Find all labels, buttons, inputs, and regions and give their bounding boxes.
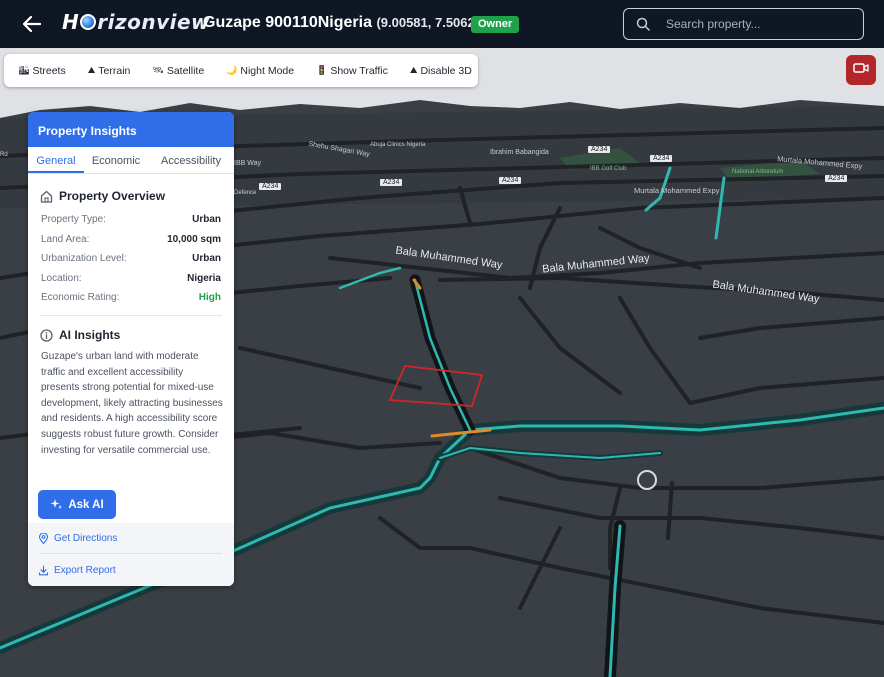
logo-text-right: rizonview <box>97 10 211 34</box>
app-logo[interactable]: H rizonview <box>62 10 210 34</box>
overview-row: Economic Rating: High <box>41 288 221 308</box>
terrain-button[interactable]: ⛰ Terrain <box>88 65 131 77</box>
map-pin-icon <box>38 532 49 545</box>
map-style-bar: 🏙 Streets ⛰ Terrain 🛰 Satellite 🌙 Night Mode… <box>4 54 478 87</box>
row-value: High <box>198 292 221 304</box>
divider <box>40 553 222 554</box>
search-input[interactable] <box>666 17 856 31</box>
satellite-button[interactable]: 🛰 Satellite <box>152 65 204 77</box>
property-insights-panel: Property Insights General Economic Acces… <box>28 112 234 586</box>
row-value: Nigeria <box>187 272 221 284</box>
section-title: AI Insights <box>59 328 121 342</box>
download-icon <box>38 565 49 576</box>
overview-row: Property Type: Urban <box>41 210 221 230</box>
road-label: Ibrahim Babangida <box>490 149 549 156</box>
overview-row: Location: Nigeria <box>41 269 221 289</box>
row-label: Location: <box>41 272 82 284</box>
get-directions-link[interactable]: Get Directions <box>38 532 118 545</box>
property-overview-heading: Property Overview <box>40 189 165 203</box>
show-traffic-button[interactable]: 🚦 Show Traffic <box>316 65 388 77</box>
logo-text-left: H <box>62 10 80 34</box>
road-shield: A234 <box>380 179 403 186</box>
tab-accessibility[interactable]: Accessibility <box>148 147 234 173</box>
mountain-icon: ⛰ <box>87 65 96 75</box>
location-marker[interactable] <box>637 470 657 490</box>
style-label: Show Traffic <box>330 64 388 77</box>
road-label: Murtala Mohammed Expy <box>634 186 720 195</box>
back-arrow-icon[interactable] <box>20 12 44 36</box>
disable-3d-button[interactable]: ⛰ Disable 3D <box>410 65 472 77</box>
satellite-icon: 🛰 <box>152 65 164 75</box>
info-icon <box>40 328 53 342</box>
style-label: Terrain <box>98 64 131 77</box>
ai-insights-heading: AI Insights <box>40 328 120 342</box>
road-label: Rd <box>0 152 8 158</box>
road-shield: A234 <box>588 146 611 153</box>
search-icon <box>636 17 650 31</box>
link-label: Export Report <box>54 565 116 576</box>
property-coords: (9.00581, 7.5062) <box>376 15 480 30</box>
traffic-light-icon: 🚦 <box>316 65 328 75</box>
row-label: Land Area: <box>41 233 90 245</box>
overview-list: Property Type: Urban Land Area: 10,000 sqm… <box>41 210 221 308</box>
overview-row: Land Area: 10,000 sqm <box>41 230 221 250</box>
ask-ai-button[interactable]: Ask AI <box>38 490 116 519</box>
moon-icon: 🌙 <box>226 65 238 75</box>
panel-tabs: General Economic Accessibility <box>28 147 234 174</box>
section-title: Property Overview <box>59 189 166 203</box>
road-shield: A234 <box>259 183 282 190</box>
link-label: Get Directions <box>54 533 118 544</box>
streets-button[interactable]: 🏙 Streets <box>18 65 66 77</box>
place-label: Abuja Clinics Nigeria <box>370 142 426 148</box>
panel-title: Property Insights <box>28 112 234 147</box>
place-label: National Arboretum <box>732 169 784 175</box>
export-report-link[interactable]: Export Report <box>38 565 116 576</box>
row-label: Urbanization Level: <box>41 253 127 265</box>
search-box[interactable] <box>623 8 864 40</box>
row-value: Urban <box>192 253 221 265</box>
road-shield: A234 <box>825 175 848 182</box>
style-label: Disable 3D <box>420 64 472 77</box>
globe-icon <box>80 14 97 30</box>
road-shield: A234 <box>499 177 522 184</box>
row-label: Economic Rating: <box>41 292 120 304</box>
city-icon: 🏙 <box>18 65 30 75</box>
overview-row: Urbanization Level: Urban <box>41 249 221 269</box>
style-label: Night Mode <box>240 64 295 77</box>
mountain-icon: ⛰ <box>409 65 418 75</box>
sparkle-icon <box>50 498 63 511</box>
row-value: 10,000 sqm <box>167 233 221 245</box>
style-label: Streets <box>32 64 66 77</box>
place-label: Defence <box>234 190 257 196</box>
place-label: IBB Golf Club <box>590 166 627 172</box>
tab-general[interactable]: General <box>28 147 84 173</box>
property-title: Guzape 900110Nigeria (9.00581, 7.5062) <box>203 14 479 32</box>
divider <box>40 315 222 316</box>
night-mode-button[interactable]: 🌙 Night Mode <box>226 65 294 77</box>
road-shield: A234 <box>650 155 673 162</box>
top-bar: H rizonview Guzape 900110Nigeria (9.0058… <box>0 0 884 48</box>
ask-ai-label: Ask AI <box>68 498 104 511</box>
record-video-button[interactable] <box>846 55 876 85</box>
road-label: IBB Way <box>234 160 261 167</box>
tab-economic[interactable]: Economic <box>84 147 148 173</box>
ai-insights-text: Guzape's urban land with moderate traffi… <box>41 351 223 456</box>
owner-badge: Owner <box>471 16 520 33</box>
home-icon <box>40 190 53 203</box>
video-camera-icon <box>853 61 869 79</box>
style-label: Satellite <box>166 64 205 77</box>
row-label: Property Type: <box>41 214 106 226</box>
row-value: Urban <box>192 214 221 226</box>
property-name: Guzape 900110Nigeria <box>203 14 372 31</box>
